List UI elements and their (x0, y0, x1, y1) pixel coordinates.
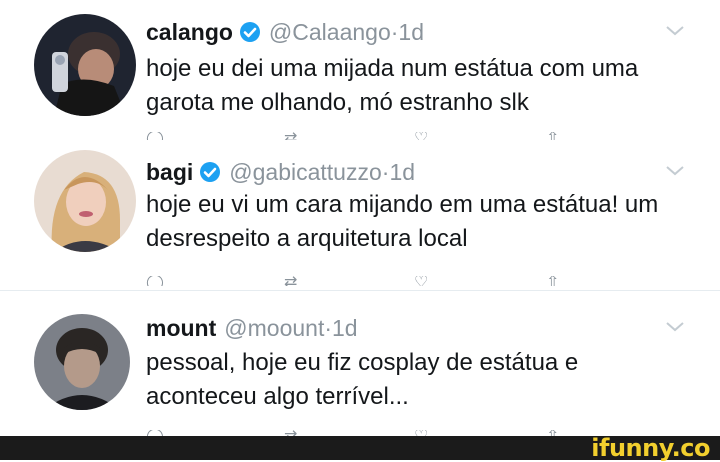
display-name[interactable]: mount (146, 315, 216, 341)
avatar[interactable] (34, 314, 130, 410)
avatar-image (34, 150, 136, 252)
divider (0, 290, 720, 291)
handle[interactable]: @Calaango (269, 19, 391, 45)
share-icon[interactable]: ⇧ (546, 276, 559, 286)
share-icon[interactable]: ⇧ (546, 132, 559, 140)
like-icon[interactable]: ♡ (414, 276, 428, 286)
tweet-actions: ◯ ‥ ⇄ ♡ ‥‥ ⇧ (146, 132, 576, 140)
chevron-down-icon[interactable] (664, 164, 686, 183)
verified-badge-icon (239, 21, 261, 49)
reply-icon[interactable]: ◯ (146, 276, 164, 286)
verified-badge-icon (199, 161, 221, 189)
timestamp[interactable]: 1d (332, 315, 358, 341)
timestamp[interactable]: 1d (389, 159, 415, 185)
tweet-text: hoje eu dei uma mijada num estátua com u… (146, 55, 639, 116)
avatar-image (34, 14, 136, 116)
like-icon[interactable]: ♡ ‥‥ (414, 132, 454, 140)
handle[interactable]: @gabicattuzzo (229, 159, 382, 185)
tweet-1[interactable]: calango @Calaango·1d hoje eu dei uma mija… (0, 0, 720, 140)
tweet-text: pessoal, hoje eu fiz cosplay de estátua … (146, 349, 579, 410)
retweet-icon[interactable]: ⇄ (284, 132, 297, 140)
handle[interactable]: @moount (224, 315, 324, 341)
watermark-logo: ifunny.co (591, 434, 710, 462)
reply-icon[interactable]: ◯ ‥ (146, 132, 179, 140)
tweet-text: hoje eu vi um cara mijando em uma estátu… (146, 191, 659, 252)
retweet-icon[interactable]: ⇄ (284, 276, 297, 286)
avatar-image (34, 314, 130, 410)
chevron-down-icon[interactable] (664, 320, 686, 339)
tweet-2[interactable]: bagi @gabicattuzzo·1d hoje eu vi um cara … (0, 140, 720, 290)
display-name[interactable]: bagi (146, 159, 193, 185)
tweet-actions: ◯ ⇄ ♡ ⇧ (146, 276, 576, 286)
avatar[interactable] (34, 150, 136, 252)
display-name[interactable]: calango (146, 19, 233, 45)
separator-dot: · (324, 315, 333, 341)
timestamp[interactable]: 1d (398, 19, 424, 45)
tweet-3[interactable]: mount @moount·1d pessoal, hoje eu fiz cos… (0, 292, 720, 436)
chevron-down-icon[interactable] (664, 24, 686, 43)
avatar[interactable] (34, 14, 136, 116)
